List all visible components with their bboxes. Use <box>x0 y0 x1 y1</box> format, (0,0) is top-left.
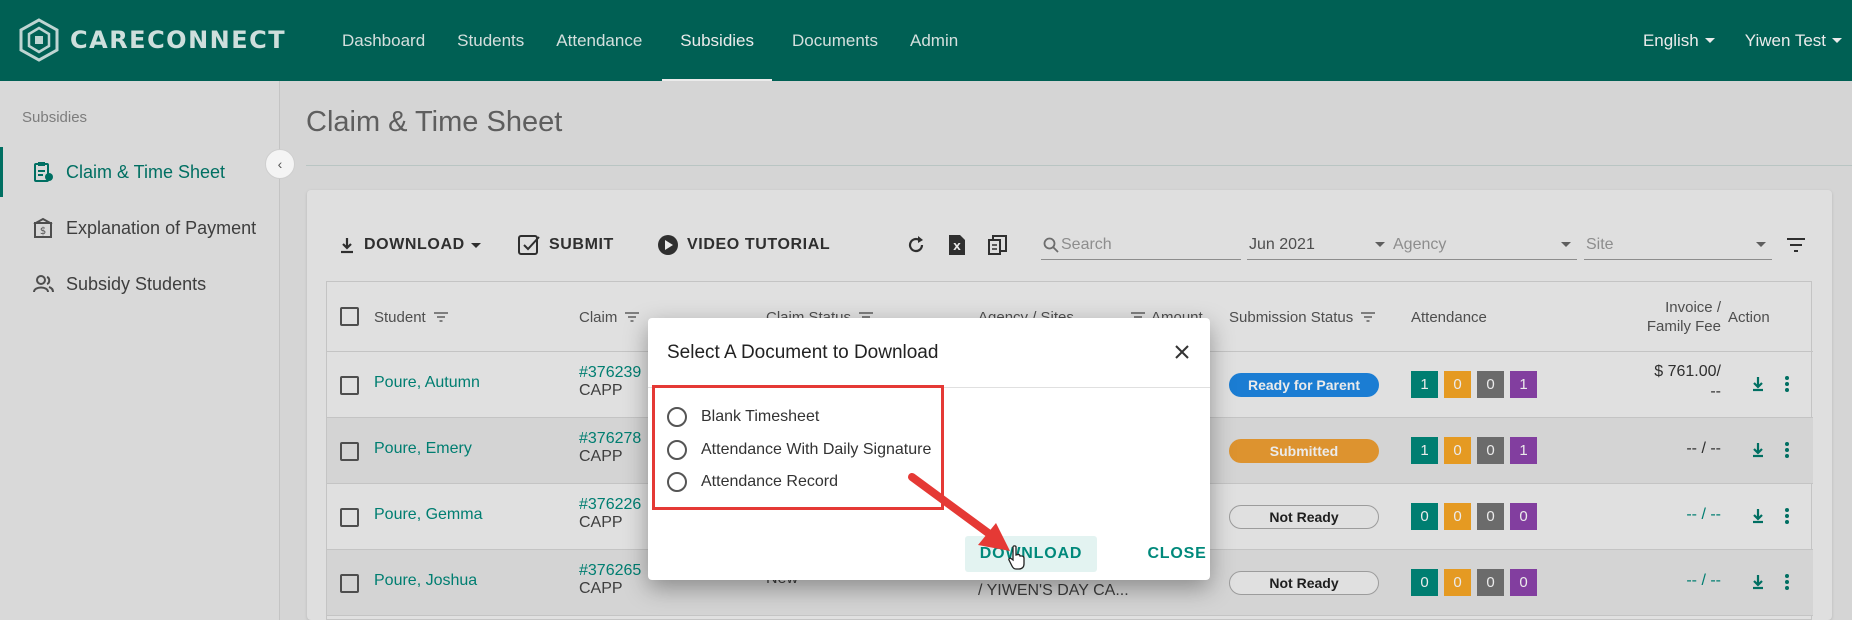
collapse-sidebar-button[interactable]: ‹ <box>265 149 295 179</box>
option-blank-timesheet[interactable]: Blank Timesheet <box>667 405 819 429</box>
chevron-left-icon: ‹ <box>277 156 283 172</box>
option-label: Attendance Record <box>701 473 838 490</box>
dialog-title: Select A Document to Download <box>667 342 939 363</box>
dialog-close-button[interactable] <box>1170 340 1194 364</box>
dialog-download-button[interactable]: DOWNLOAD <box>965 536 1097 572</box>
option-label: Blank Timesheet <box>701 408 820 425</box>
dialog-close-text-button[interactable]: CLOSE <box>1118 536 1236 572</box>
radio-button[interactable] <box>667 440 687 460</box>
option-attendance-daily-signature[interactable]: Attendance With Daily Signature <box>667 438 931 462</box>
radio-button[interactable] <box>667 472 687 492</box>
close-icon <box>1175 345 1189 359</box>
option-attendance-record[interactable]: Attendance Record <box>667 470 838 494</box>
radio-button[interactable] <box>667 407 687 427</box>
option-label: Attendance With Daily Signature <box>701 441 932 458</box>
download-document-dialog: Select A Document to Download Blank Time… <box>648 318 1210 580</box>
